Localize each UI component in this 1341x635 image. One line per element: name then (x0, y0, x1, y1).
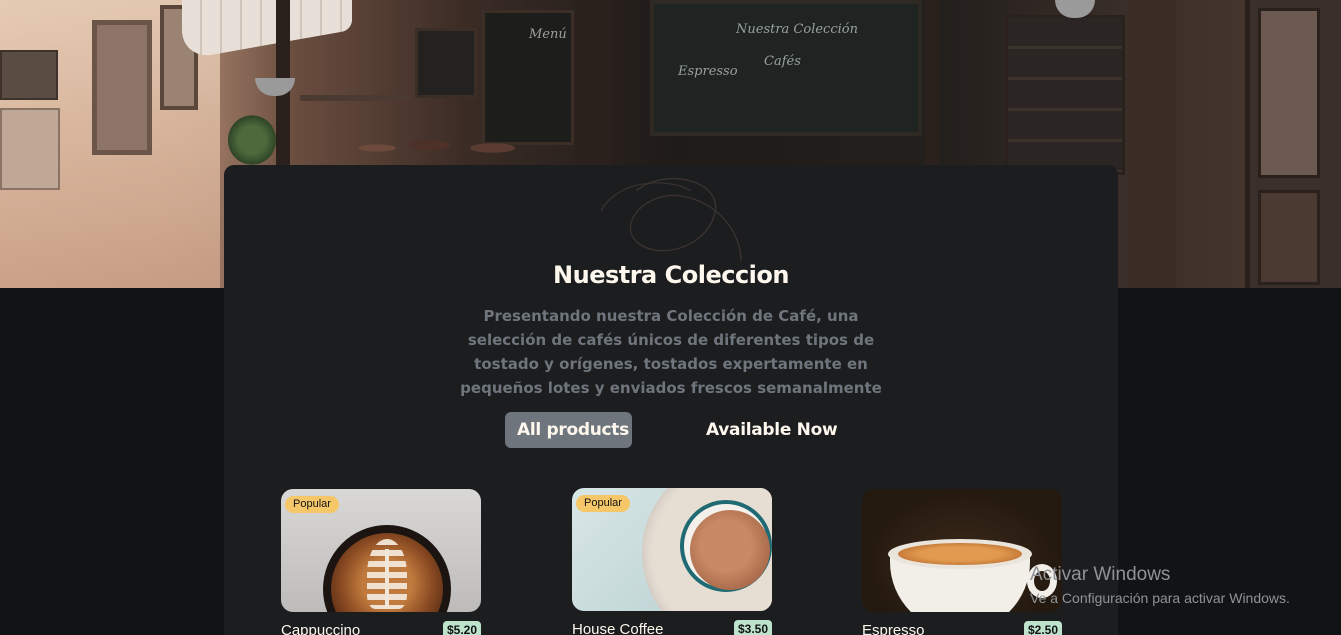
crema (898, 543, 1022, 565)
chalkboard (415, 28, 477, 98)
storefront-window (92, 20, 152, 155)
watermark-subtitle: Ve a Configuración para activar Windows. (1030, 590, 1290, 606)
coffee (690, 510, 770, 590)
popular-badge: Popular (576, 495, 630, 512)
popular-badge: Popular (285, 496, 339, 513)
product-card-cappuccino[interactable]: Popular Cappuccino $5.20 (281, 489, 481, 635)
product-image-cappuccino[interactable]: Popular (281, 489, 481, 612)
latte-art-stem (385, 549, 389, 609)
product-image-house-coffee[interactable]: Popular (572, 488, 772, 611)
chalkboard-text: Cafés (764, 54, 801, 69)
collection-title: Nuestra Coleccion (553, 261, 789, 289)
plant (228, 115, 276, 165)
collection-card: Nuestra Coleccion Presentando nuestra Co… (224, 165, 1118, 635)
product-name: House Coffee (572, 621, 664, 635)
tab-available-now[interactable]: Available Now (694, 412, 839, 448)
door-pane (1258, 8, 1320, 178)
collection-description: Presentando nuestra Colección de Café, u… (460, 307, 882, 397)
wall-sign (0, 50, 58, 100)
product-filter-tabs: All products Available Now (224, 412, 1118, 448)
chalkboard-menu: Nuestra Colección Espresso Cafés (650, 0, 922, 136)
door-pane (1258, 190, 1320, 285)
product-name: Espresso (862, 622, 925, 635)
wall-sign-lower (0, 108, 60, 190)
chalkboard-text: Espresso (678, 64, 738, 79)
awning (182, 0, 352, 60)
product-price: $2.50 (1023, 621, 1062, 635)
product-price: $3.50 (733, 620, 772, 635)
shelf (300, 95, 410, 101)
chalkboard-text: Nuestra Colección (736, 22, 858, 37)
product-price: $5.20 (442, 621, 481, 635)
customers (335, 115, 545, 170)
pillar (1130, 0, 1176, 288)
windows-activation-watermark: Activar Windows Ve a Configuración para … (1030, 564, 1290, 608)
tab-all-products[interactable]: All products (505, 412, 632, 448)
cafe-door (1245, 0, 1341, 288)
watermark-title: Activar Windows (1030, 564, 1171, 585)
product-name: Cappuccino (281, 622, 361, 635)
product-card-house-coffee[interactable]: Popular House Coffee $3.50 (572, 488, 772, 635)
back-shelves (1005, 15, 1125, 175)
chalkboard-text: Menú (529, 27, 567, 42)
decorative-swirl-icon (600, 177, 742, 262)
